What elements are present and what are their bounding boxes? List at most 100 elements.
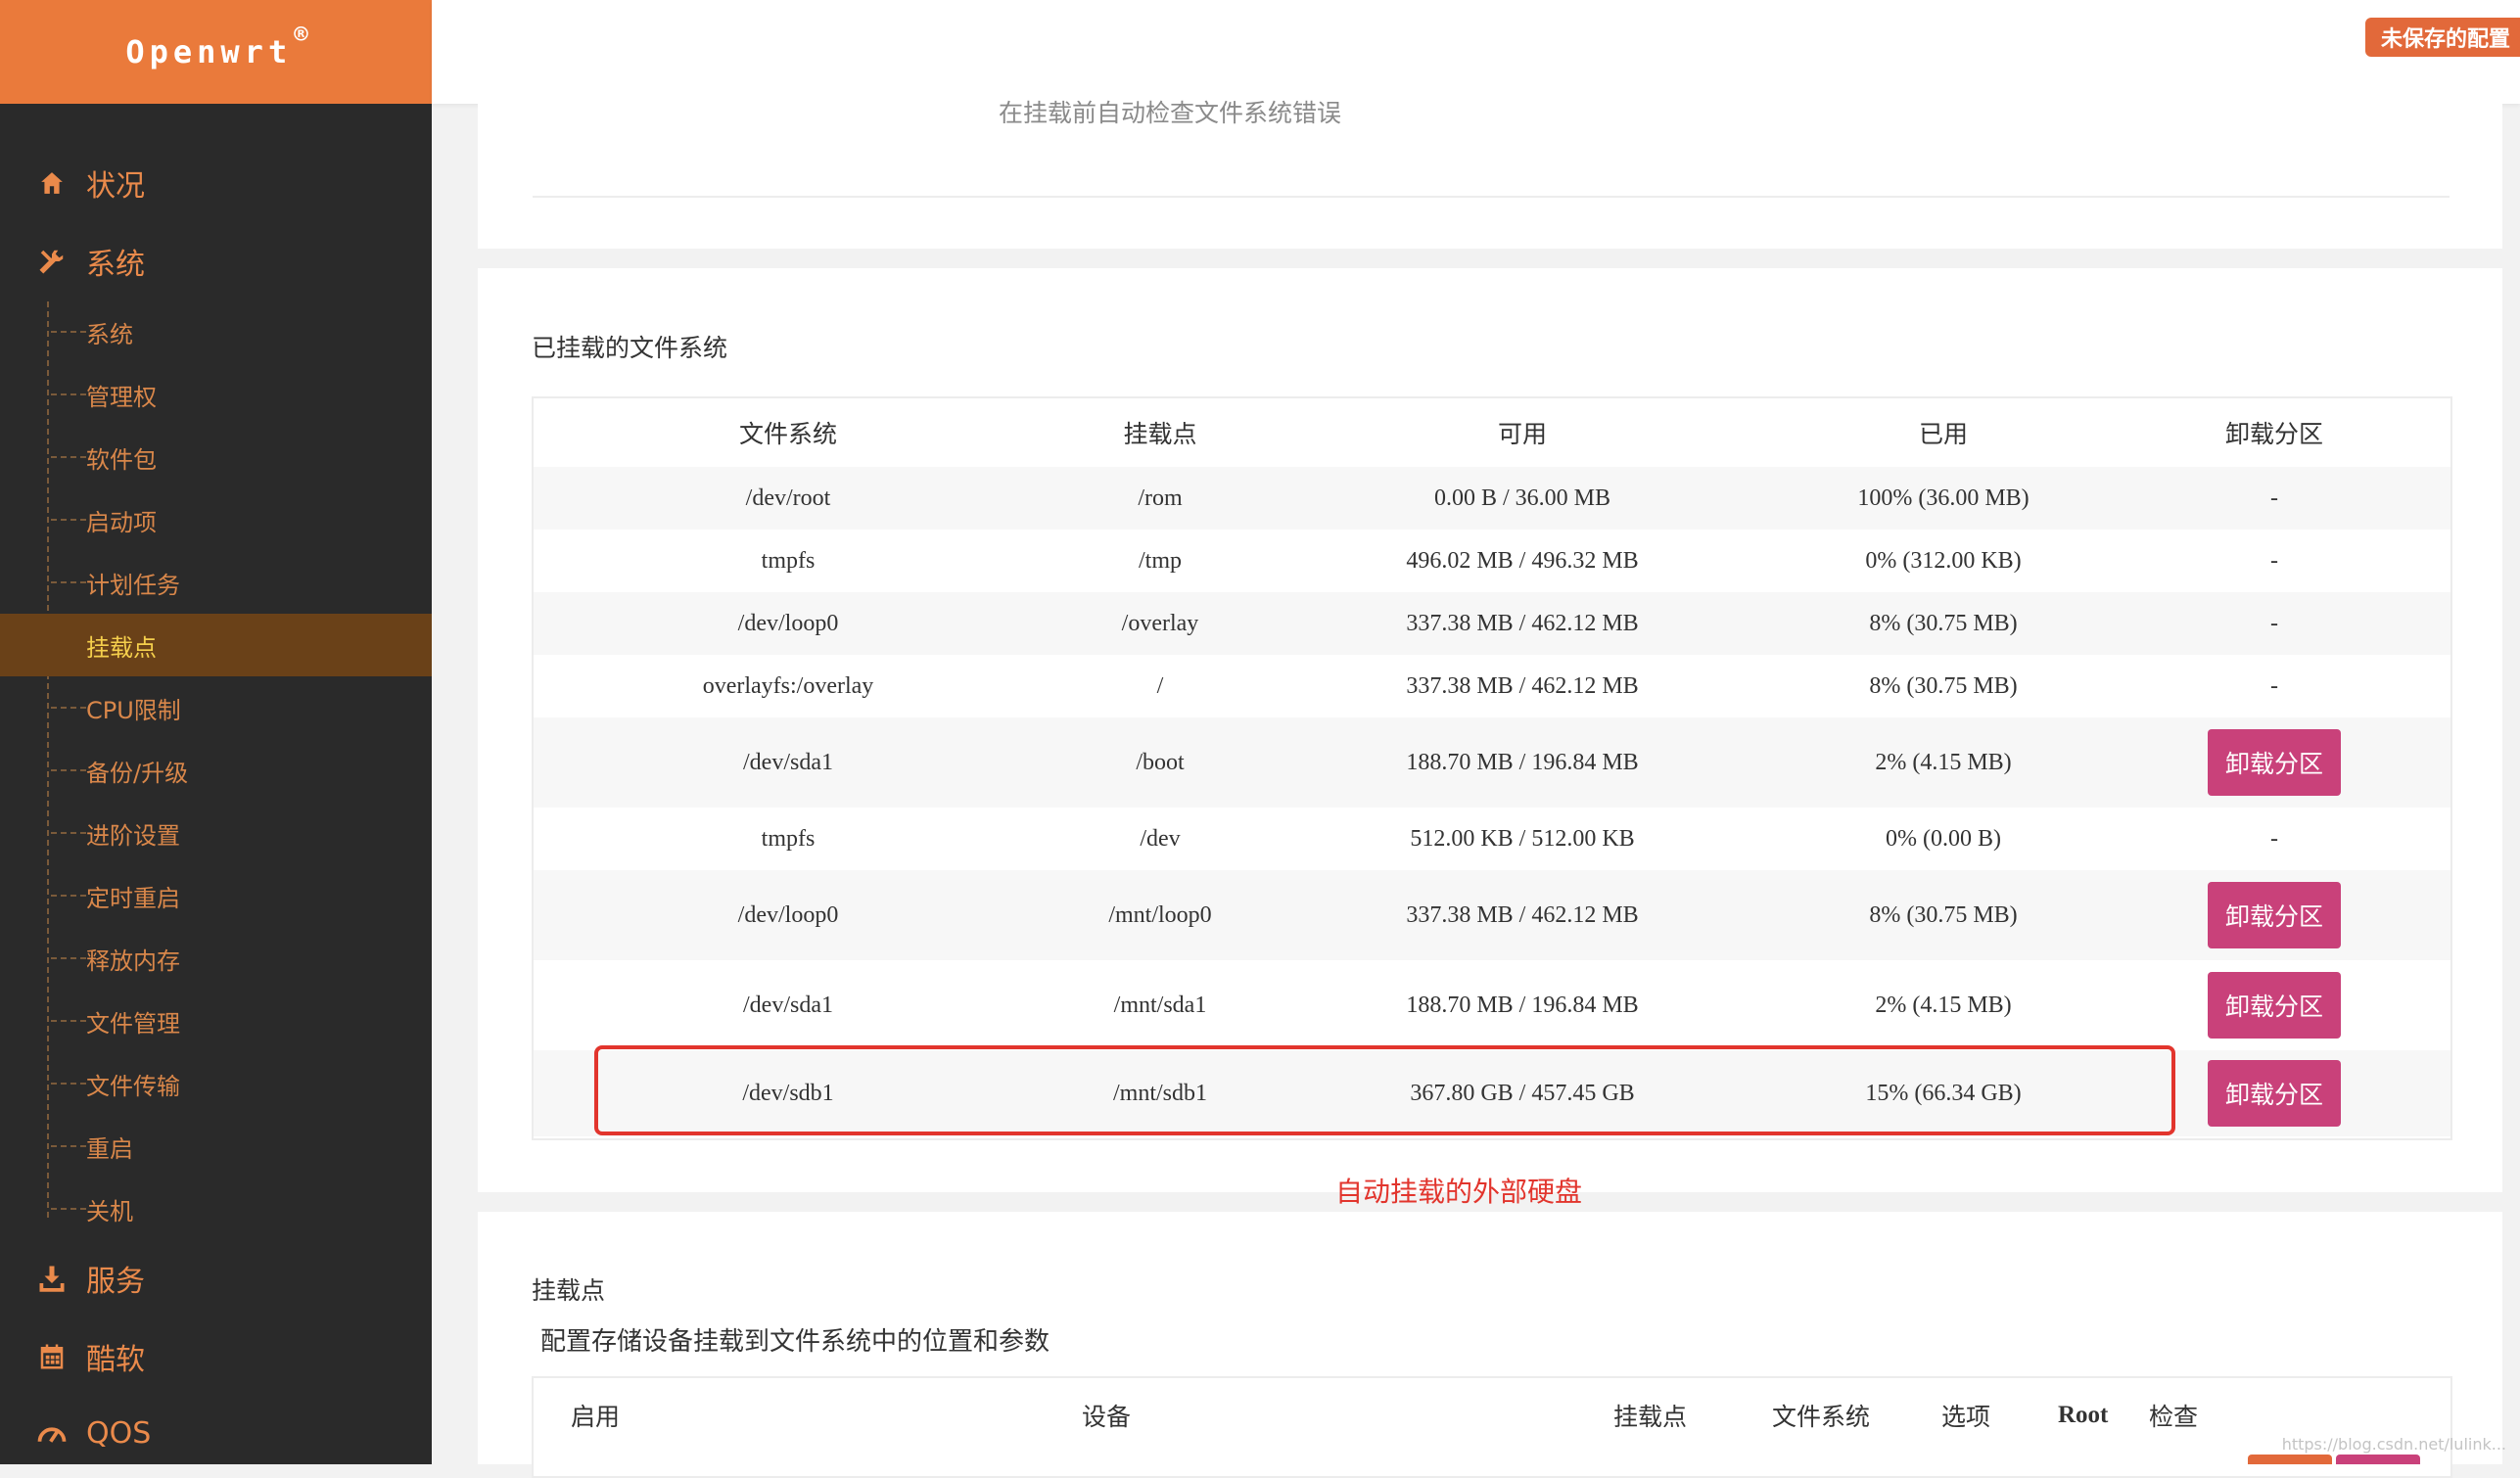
column-header-enabled: 启用 xyxy=(571,1403,621,1431)
subitem-label: 文件管理 xyxy=(86,1009,180,1038)
sidebar-subitem-advanced[interactable]: 进阶设置 xyxy=(0,802,432,864)
cell-used: 8% (30.75 MB) xyxy=(1869,672,2018,699)
sidebar-subitem-cpu-limit[interactable]: CPU限制 xyxy=(0,676,432,739)
sidebar-subitem-shutdown[interactable]: 关机 xyxy=(0,1178,432,1240)
subitem-label: 备份/升级 xyxy=(86,759,189,787)
cell-used: 0% (0.00 B) xyxy=(1886,825,2001,852)
top-header-bar: 未保存的配置 xyxy=(432,0,2520,104)
cell-unmount-none: - xyxy=(2270,672,2278,699)
tools-icon xyxy=(37,247,67,276)
home-icon xyxy=(37,170,67,196)
watermark: https://blog.csdn.net/lulink... xyxy=(2281,1435,2506,1454)
unmount-button[interactable]: 卸载分区 xyxy=(2208,972,2341,1039)
mounted-fs-title: 已挂载的文件系统 xyxy=(532,334,728,362)
sidebar-subitem-packages[interactable]: 软件包 xyxy=(0,426,432,488)
column-header-root: Root xyxy=(2058,1402,2109,1428)
sidebar-item-status[interactable]: 状况 xyxy=(0,144,432,222)
cell-available: 496.02 MB / 496.32 MB xyxy=(1406,547,1639,574)
sidebar-item-services[interactable]: 服务 xyxy=(0,1239,432,1317)
sidebar-subitem-mountpoints[interactable]: 挂载点 xyxy=(0,614,432,676)
sidebar-subitem-system[interactable]: 系统 xyxy=(0,300,432,363)
mount-points-description: 配置存储设备挂载到文件系统中的位置和参数 xyxy=(540,1327,1050,1357)
cell-mountpoint: /mnt/loop0 xyxy=(1108,901,1212,928)
cell-available: 337.38 MB / 462.12 MB xyxy=(1406,610,1639,636)
delete-button[interactable] xyxy=(2336,1455,2420,1464)
cell-available: 0.00 B / 36.00 MB xyxy=(1433,485,1611,511)
cell-used: 8% (30.75 MB) xyxy=(1869,610,2018,636)
subitem-label: 软件包 xyxy=(86,445,157,474)
table-row: overlayfs:/overlay / 337.38 MB / 462.12 … xyxy=(534,655,2450,717)
subitem-label: 文件传输 xyxy=(86,1072,180,1100)
subitem-label: 释放内存 xyxy=(86,947,180,975)
sidebar-item-label: 酷软 xyxy=(86,1343,145,1377)
cell-available: 512.00 KB / 512.00 KB xyxy=(1410,825,1635,852)
subitem-label: 定时重启 xyxy=(86,884,180,912)
cell-filesystem: /dev/sda1 xyxy=(743,749,833,775)
calendar-icon xyxy=(37,1342,67,1371)
cell-used: 8% (30.75 MB) xyxy=(1869,901,2018,928)
column-header-mountpoint: 挂载点 xyxy=(1613,1403,1688,1431)
column-header-device: 设备 xyxy=(1082,1403,1132,1431)
cell-unmount-none: - xyxy=(2270,547,2278,574)
cell-mountpoint: / xyxy=(1156,672,1164,699)
sidebar-subitem-admin[interactable]: 管理权 xyxy=(0,363,432,426)
sidebar-subitem-reboot[interactable]: 重启 xyxy=(0,1115,432,1178)
cell-mountpoint: /boot xyxy=(1136,749,1185,775)
cell-used: 0% (312.00 KB) xyxy=(1865,547,2022,574)
cell-filesystem: overlayfs:/overlay xyxy=(702,672,874,699)
table-row: /dev/sda1 /boot 188.70 MB / 196.84 MB 2%… xyxy=(534,717,2450,808)
sidebar-item-label: 状况 xyxy=(86,169,145,204)
subitem-label: 系统 xyxy=(86,320,133,348)
cell-mountpoint: /mnt/sda1 xyxy=(1113,992,1207,1018)
table-row: /dev/root /rom 0.00 B / 36.00 MB 100% (3… xyxy=(534,467,2450,530)
column-header-mountpoint: 挂载点 xyxy=(1123,420,1197,448)
check-fs-panel xyxy=(478,104,2502,249)
download-icon xyxy=(37,1264,67,1293)
sidebar-subitem-file-transfer[interactable]: 文件传输 xyxy=(0,1052,432,1115)
edit-button[interactable] xyxy=(2248,1455,2332,1464)
sidebar-subitem-backup[interactable]: 备份/升级 xyxy=(0,739,432,802)
unsaved-changes-button[interactable]: 未保存的配置 xyxy=(2364,18,2520,57)
cell-mountpoint: /mnt/sdb1 xyxy=(1112,1080,1207,1106)
table-row: /dev/loop0 /overlay 337.38 MB / 462.12 M… xyxy=(534,592,2450,655)
annotation-label: 自动挂载的外部硬盘 xyxy=(1335,1176,1583,1208)
unmount-button[interactable]: 卸载分区 xyxy=(2208,1060,2341,1127)
cell-filesystem: /dev/sdb1 xyxy=(742,1080,834,1106)
subitem-label: 关机 xyxy=(86,1197,133,1225)
column-header-available: 可用 xyxy=(1497,420,1547,448)
sidebar-item-system[interactable]: 系统 xyxy=(0,222,432,300)
cell-filesystem: tmpfs xyxy=(761,825,816,852)
cell-mountpoint: /tmp xyxy=(1138,547,1182,574)
cell-used: 100% (36.00 MB) xyxy=(1857,485,2030,511)
cell-available: 367.80 GB / 457.45 GB xyxy=(1410,1080,1635,1106)
table-row: tmpfs /dev 512.00 KB / 512.00 KB 0% (0.0… xyxy=(534,808,2450,870)
table-row: /dev/loop0 /mnt/loop0 337.38 MB / 462.12… xyxy=(534,870,2450,960)
cell-filesystem: tmpfs xyxy=(761,547,816,574)
gauge-icon xyxy=(37,1418,67,1448)
column-header-used: 已用 xyxy=(1918,420,1968,448)
divider xyxy=(533,196,2450,198)
sidebar-subitem-free-memory[interactable]: 释放内存 xyxy=(0,927,432,990)
sidebar-subitem-file-manager[interactable]: 文件管理 xyxy=(0,990,432,1052)
cell-filesystem: /dev/sda1 xyxy=(743,992,833,1018)
cell-unmount-none: - xyxy=(2270,485,2278,511)
cell-filesystem: /dev/loop0 xyxy=(737,901,839,928)
cell-available: 337.38 MB / 462.12 MB xyxy=(1406,672,1639,699)
brand-logo[interactable]: Openwrt ® xyxy=(0,0,432,104)
sidebar-subitem-scheduled-reboot[interactable]: 定时重启 xyxy=(0,864,432,927)
sidebar-item-qos[interactable]: QOS xyxy=(0,1394,432,1464)
mount-points-title: 挂载点 xyxy=(532,1276,606,1305)
table-row: /dev/sda1 /mnt/sda1 188.70 MB / 196.84 M… xyxy=(534,960,2450,1050)
mount-points-table: 启用 设备 挂载点 文件系统 选项 Root 检查 xyxy=(532,1376,2452,1478)
column-header-unmount: 卸载分区 xyxy=(2224,420,2323,448)
unmount-button[interactable]: 卸载分区 xyxy=(2208,729,2341,796)
column-header-filesystem: 文件系统 xyxy=(738,420,837,448)
subitem-label: 启动项 xyxy=(86,508,157,536)
sidebar-item-label: QOS xyxy=(86,1415,152,1451)
cell-mountpoint: /rom xyxy=(1138,485,1183,511)
sidebar-subitem-startup[interactable]: 启动项 xyxy=(0,488,432,551)
sidebar-item-apps[interactable]: 酷软 xyxy=(0,1317,432,1396)
table-row: /dev/sdb1 /mnt/sdb1 367.80 GB / 457.45 G… xyxy=(534,1050,2450,1136)
sidebar-subitem-crontab[interactable]: 计划任务 xyxy=(0,551,432,614)
unmount-button[interactable]: 卸载分区 xyxy=(2208,882,2341,948)
